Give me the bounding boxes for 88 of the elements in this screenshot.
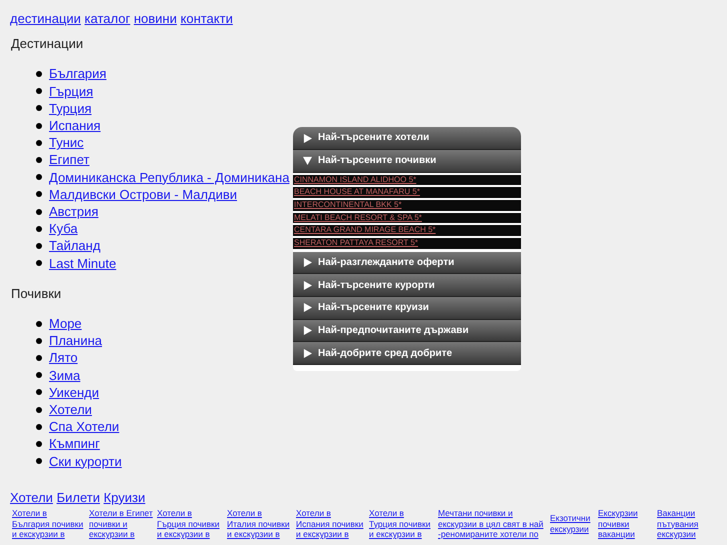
bullet-icon (36, 406, 42, 413)
bullet-icon (36, 105, 42, 112)
bullet-icon (36, 208, 42, 215)
accordion-title: Най-разглежданите оферти (318, 256, 454, 270)
hotel-offer-link[interactable]: Ваканции пътувания екскурзии (657, 508, 723, 540)
hotel-offer-link[interactable]: Хотели в Испания почивки и екскурзии в (296, 508, 365, 540)
accordion-title: Най-предпочитаните държави (318, 324, 469, 338)
list-link[interactable]: Море (49, 315, 82, 332)
accordion-title: Най-търсените круизи (318, 301, 429, 316)
bullet-icon (36, 424, 42, 430)
list-link[interactable]: Гърция (49, 82, 94, 100)
bullet-icon (36, 320, 42, 327)
accordion-title: Най-добрите сред добрите (318, 346, 452, 361)
list-link[interactable]: Last Minute (49, 254, 116, 272)
list-link[interactable]: България (49, 65, 106, 83)
triangle-right-icon (303, 258, 312, 268)
hotel-link[interactable]: BEACH HOUSE AT MANAFARU 5* (293, 187, 521, 198)
list-link[interactable]: Уикенди (49, 384, 100, 402)
triangle-right-icon (303, 326, 312, 336)
list-link[interactable]: Хотели (49, 401, 92, 418)
hotel-link[interactable]: SHERATON PATTAYA RESORT 5* (293, 238, 521, 249)
bullet-icon (36, 338, 42, 344)
triangle-down-icon (303, 156, 312, 166)
accordion-title: Най-търсените почивки (318, 154, 436, 168)
list-link[interactable]: Зима (49, 366, 80, 384)
accordion-title: Най-търсените курорти (318, 278, 435, 293)
hotel-offer-link[interactable]: Хотели в Гърция почивки и екскурзии в (157, 508, 223, 540)
accordion-header[interactable]: Най-търсените хотели (293, 127, 521, 150)
bullet-icon (36, 226, 42, 232)
list-link[interactable]: Тайланд (49, 237, 100, 255)
list-link[interactable]: Ски курорти (49, 452, 122, 470)
list-link[interactable]: Планина (49, 332, 102, 350)
bullet-icon (36, 260, 42, 266)
accordion-header[interactable]: Най-предпочитаните държави (293, 320, 521, 342)
hotel-link[interactable]: INTERCONTINENTAL BKK 5* (293, 200, 521, 211)
triangle-right-icon (303, 303, 312, 312)
hotel-link[interactable]: CENTARA GRAND MIRAGE BEACH 5* (293, 225, 521, 236)
list-link[interactable]: Испания (49, 117, 101, 134)
nav-link[interactable]: Хотели (10, 490, 53, 505)
list-link[interactable]: Къмпинг (49, 435, 100, 453)
hotel-offer-link[interactable]: Мечтани почивки и екскурзии в цял свят в най -реномираните хотели по (438, 508, 546, 540)
list-link[interactable]: Спа Хотели (49, 418, 120, 436)
hotel-offer-link[interactable]: Екскурзии почивки ваканции (598, 508, 653, 540)
accordion-header[interactable]: Най-търсените курорти (293, 274, 521, 298)
list-link[interactable]: Турция (49, 100, 92, 118)
hotel-offer-link[interactable]: Хотели в Турция почивки и екскурзии в (369, 508, 434, 540)
bullet-icon (36, 71, 42, 77)
nav-link[interactable]: Круизи (104, 490, 146, 505)
list-link[interactable]: Египет (49, 151, 90, 169)
bullet-icon (36, 458, 42, 464)
bullet-icon (36, 140, 42, 146)
triangle-right-icon (303, 348, 312, 358)
bullet-icon (36, 88, 42, 94)
section-heading: Почивки (11, 284, 62, 302)
bullet-icon (36, 157, 42, 164)
hotel-link[interactable]: CINNAMON ISLAND ALIDHOO 5* (293, 174, 521, 186)
nav-link[interactable]: дестинации (10, 11, 81, 26)
bullet-icon (36, 372, 42, 378)
list-link[interactable]: Лято (49, 349, 78, 367)
bullet-icon (36, 355, 42, 362)
triangle-right-icon (303, 134, 312, 143)
bullet-icon (36, 174, 42, 180)
list-link[interactable]: Австрия (49, 203, 98, 220)
list-link[interactable]: Тунис (49, 134, 84, 152)
accordion-header[interactable]: Най-добрите сред добрите (293, 342, 521, 366)
hotel-offer-link[interactable]: Екзотични екскурзии (550, 513, 594, 534)
hotel-offer-link[interactable]: Хотели в България почивки и екскурзии в (12, 508, 85, 540)
bullet-icon (36, 441, 42, 448)
accordion-title: Най-търсените хотели (318, 131, 430, 146)
nav-link[interactable]: новини (134, 11, 177, 26)
nav-link[interactable]: контакти (180, 11, 233, 26)
hotel-offer-link[interactable]: Хотели в Египет почивки и екскурзии в (89, 508, 153, 540)
triangle-right-icon (303, 280, 312, 290)
hotel-offer-link[interactable]: Хотели в Италия почивки и екскурзии в (227, 508, 292, 540)
hotel-link[interactable]: MELATI BEACH RESORT & SPA 5* (293, 212, 521, 224)
bullet-icon (36, 243, 42, 250)
bullet-icon (36, 191, 42, 198)
accordion-header[interactable]: Най-разглежданите оферти (293, 252, 521, 274)
section-heading: Дестинации (11, 35, 84, 52)
accordion-header[interactable]: Най-търсените почивки (293, 150, 521, 173)
list-link[interactable]: Малдивски Острови - Малдиви (49, 186, 238, 204)
list-link[interactable]: Куба (49, 220, 78, 238)
nav-link[interactable]: Билети (56, 490, 100, 505)
nav-link[interactable]: каталог (84, 11, 130, 26)
list-link[interactable]: Доминиканска Република - Доминикана (49, 168, 290, 186)
accordion-header[interactable]: Най-търсените круизи (293, 297, 521, 320)
bullet-icon (36, 122, 42, 129)
bullet-icon (36, 389, 42, 396)
